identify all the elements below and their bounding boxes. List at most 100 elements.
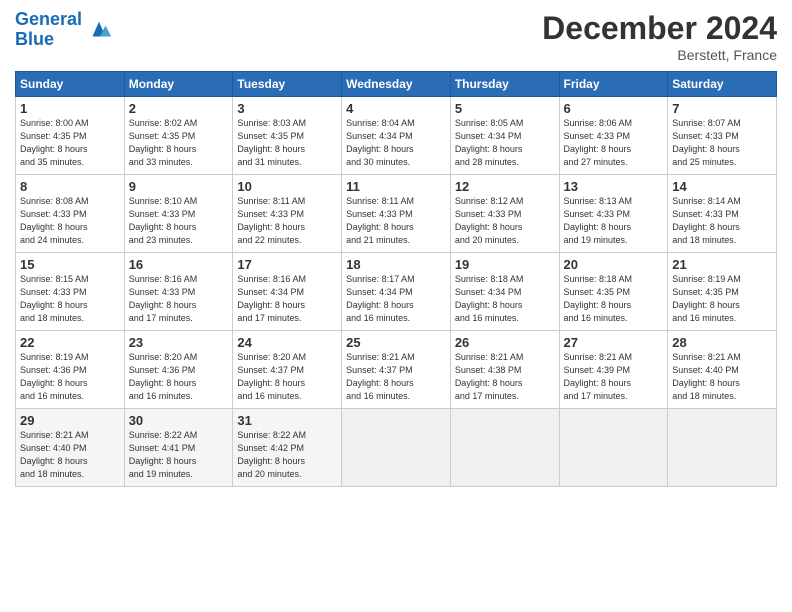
calendar-cell: 8Sunrise: 8:08 AM Sunset: 4:33 PM Daylig… xyxy=(16,175,125,253)
calendar-cell: 5Sunrise: 8:05 AM Sunset: 4:34 PM Daylig… xyxy=(450,97,559,175)
calendar-cell: 26Sunrise: 8:21 AM Sunset: 4:38 PM Dayli… xyxy=(450,331,559,409)
calendar-cell xyxy=(450,409,559,487)
day-info: Sunrise: 8:07 AM Sunset: 4:33 PM Dayligh… xyxy=(672,117,772,169)
day-number: 28 xyxy=(672,335,772,350)
day-info: Sunrise: 8:14 AM Sunset: 4:33 PM Dayligh… xyxy=(672,195,772,247)
header-friday: Friday xyxy=(559,72,668,97)
day-number: 26 xyxy=(455,335,555,350)
calendar-cell: 10Sunrise: 8:11 AM Sunset: 4:33 PM Dayli… xyxy=(233,175,342,253)
calendar-cell: 6Sunrise: 8:06 AM Sunset: 4:33 PM Daylig… xyxy=(559,97,668,175)
logo-general: General xyxy=(15,9,82,29)
day-number: 24 xyxy=(237,335,337,350)
calendar-cell: 15Sunrise: 8:15 AM Sunset: 4:33 PM Dayli… xyxy=(16,253,125,331)
calendar-cell: 20Sunrise: 8:18 AM Sunset: 4:35 PM Dayli… xyxy=(559,253,668,331)
day-info: Sunrise: 8:19 AM Sunset: 4:35 PM Dayligh… xyxy=(672,273,772,325)
calendar-cell: 3Sunrise: 8:03 AM Sunset: 4:35 PM Daylig… xyxy=(233,97,342,175)
day-info: Sunrise: 8:22 AM Sunset: 4:42 PM Dayligh… xyxy=(237,429,337,481)
calendar-cell: 27Sunrise: 8:21 AM Sunset: 4:39 PM Dayli… xyxy=(559,331,668,409)
day-info: Sunrise: 8:02 AM Sunset: 4:35 PM Dayligh… xyxy=(129,117,229,169)
day-info: Sunrise: 8:17 AM Sunset: 4:34 PM Dayligh… xyxy=(346,273,446,325)
day-info: Sunrise: 8:22 AM Sunset: 4:41 PM Dayligh… xyxy=(129,429,229,481)
logo-text: General Blue xyxy=(15,10,82,50)
day-number: 21 xyxy=(672,257,772,272)
header-saturday: Saturday xyxy=(668,72,777,97)
calendar-table: SundayMondayTuesdayWednesdayThursdayFrid… xyxy=(15,71,777,487)
day-info: Sunrise: 8:00 AM Sunset: 4:35 PM Dayligh… xyxy=(20,117,120,169)
calendar-week-row: 8Sunrise: 8:08 AM Sunset: 4:33 PM Daylig… xyxy=(16,175,777,253)
calendar-cell: 23Sunrise: 8:20 AM Sunset: 4:36 PM Dayli… xyxy=(124,331,233,409)
calendar-cell: 14Sunrise: 8:14 AM Sunset: 4:33 PM Dayli… xyxy=(668,175,777,253)
day-number: 8 xyxy=(20,179,120,194)
header-sunday: Sunday xyxy=(16,72,125,97)
day-info: Sunrise: 8:19 AM Sunset: 4:36 PM Dayligh… xyxy=(20,351,120,403)
day-number: 22 xyxy=(20,335,120,350)
day-info: Sunrise: 8:08 AM Sunset: 4:33 PM Dayligh… xyxy=(20,195,120,247)
day-number: 3 xyxy=(237,101,337,116)
day-number: 16 xyxy=(129,257,229,272)
day-info: Sunrise: 8:03 AM Sunset: 4:35 PM Dayligh… xyxy=(237,117,337,169)
day-info: Sunrise: 8:16 AM Sunset: 4:34 PM Dayligh… xyxy=(237,273,337,325)
day-info: Sunrise: 8:15 AM Sunset: 4:33 PM Dayligh… xyxy=(20,273,120,325)
day-info: Sunrise: 8:18 AM Sunset: 4:34 PM Dayligh… xyxy=(455,273,555,325)
day-info: Sunrise: 8:20 AM Sunset: 4:37 PM Dayligh… xyxy=(237,351,337,403)
calendar-cell xyxy=(342,409,451,487)
day-number: 27 xyxy=(564,335,664,350)
calendar-cell: 25Sunrise: 8:21 AM Sunset: 4:37 PM Dayli… xyxy=(342,331,451,409)
day-info: Sunrise: 8:21 AM Sunset: 4:40 PM Dayligh… xyxy=(672,351,772,403)
day-number: 29 xyxy=(20,413,120,428)
month-title: December 2024 xyxy=(542,10,777,47)
calendar-cell: 21Sunrise: 8:19 AM Sunset: 4:35 PM Dayli… xyxy=(668,253,777,331)
page-container: General Blue December 2024 Berstett, Fra… xyxy=(0,0,792,497)
calendar-cell: 24Sunrise: 8:20 AM Sunset: 4:37 PM Dayli… xyxy=(233,331,342,409)
day-info: Sunrise: 8:21 AM Sunset: 4:40 PM Dayligh… xyxy=(20,429,120,481)
day-number: 18 xyxy=(346,257,446,272)
day-number: 6 xyxy=(564,101,664,116)
calendar-cell: 30Sunrise: 8:22 AM Sunset: 4:41 PM Dayli… xyxy=(124,409,233,487)
header-thursday: Thursday xyxy=(450,72,559,97)
calendar-cell: 9Sunrise: 8:10 AM Sunset: 4:33 PM Daylig… xyxy=(124,175,233,253)
calendar-cell: 1Sunrise: 8:00 AM Sunset: 4:35 PM Daylig… xyxy=(16,97,125,175)
day-number: 10 xyxy=(237,179,337,194)
calendar-cell: 17Sunrise: 8:16 AM Sunset: 4:34 PM Dayli… xyxy=(233,253,342,331)
day-info: Sunrise: 8:06 AM Sunset: 4:33 PM Dayligh… xyxy=(564,117,664,169)
logo: General Blue xyxy=(15,10,113,50)
calendar-cell: 13Sunrise: 8:13 AM Sunset: 4:33 PM Dayli… xyxy=(559,175,668,253)
calendar-week-row: 22Sunrise: 8:19 AM Sunset: 4:36 PM Dayli… xyxy=(16,331,777,409)
calendar-cell: 31Sunrise: 8:22 AM Sunset: 4:42 PM Dayli… xyxy=(233,409,342,487)
title-block: December 2024 Berstett, France xyxy=(542,10,777,63)
day-info: Sunrise: 8:11 AM Sunset: 4:33 PM Dayligh… xyxy=(346,195,446,247)
calendar-cell xyxy=(559,409,668,487)
day-number: 13 xyxy=(564,179,664,194)
day-number: 1 xyxy=(20,101,120,116)
day-info: Sunrise: 8:04 AM Sunset: 4:34 PM Dayligh… xyxy=(346,117,446,169)
day-number: 9 xyxy=(129,179,229,194)
day-number: 23 xyxy=(129,335,229,350)
calendar-cell: 29Sunrise: 8:21 AM Sunset: 4:40 PM Dayli… xyxy=(16,409,125,487)
calendar-cell: 2Sunrise: 8:02 AM Sunset: 4:35 PM Daylig… xyxy=(124,97,233,175)
calendar-cell: 16Sunrise: 8:16 AM Sunset: 4:33 PM Dayli… xyxy=(124,253,233,331)
day-info: Sunrise: 8:18 AM Sunset: 4:35 PM Dayligh… xyxy=(564,273,664,325)
day-number: 2 xyxy=(129,101,229,116)
day-number: 11 xyxy=(346,179,446,194)
calendar-cell: 19Sunrise: 8:18 AM Sunset: 4:34 PM Dayli… xyxy=(450,253,559,331)
logo-icon xyxy=(85,16,113,44)
day-number: 12 xyxy=(455,179,555,194)
calendar-cell: 11Sunrise: 8:11 AM Sunset: 4:33 PM Dayli… xyxy=(342,175,451,253)
logo-blue: Blue xyxy=(15,29,54,49)
day-number: 15 xyxy=(20,257,120,272)
calendar-cell: 7Sunrise: 8:07 AM Sunset: 4:33 PM Daylig… xyxy=(668,97,777,175)
day-number: 17 xyxy=(237,257,337,272)
day-number: 14 xyxy=(672,179,772,194)
calendar-week-row: 1Sunrise: 8:00 AM Sunset: 4:35 PM Daylig… xyxy=(16,97,777,175)
header-monday: Monday xyxy=(124,72,233,97)
header-tuesday: Tuesday xyxy=(233,72,342,97)
day-info: Sunrise: 8:13 AM Sunset: 4:33 PM Dayligh… xyxy=(564,195,664,247)
calendar-cell: 28Sunrise: 8:21 AM Sunset: 4:40 PM Dayli… xyxy=(668,331,777,409)
day-number: 7 xyxy=(672,101,772,116)
day-info: Sunrise: 8:10 AM Sunset: 4:33 PM Dayligh… xyxy=(129,195,229,247)
day-number: 5 xyxy=(455,101,555,116)
calendar-cell: 4Sunrise: 8:04 AM Sunset: 4:34 PM Daylig… xyxy=(342,97,451,175)
day-number: 31 xyxy=(237,413,337,428)
calendar-cell: 22Sunrise: 8:19 AM Sunset: 4:36 PM Dayli… xyxy=(16,331,125,409)
page-header: General Blue December 2024 Berstett, Fra… xyxy=(15,10,777,63)
